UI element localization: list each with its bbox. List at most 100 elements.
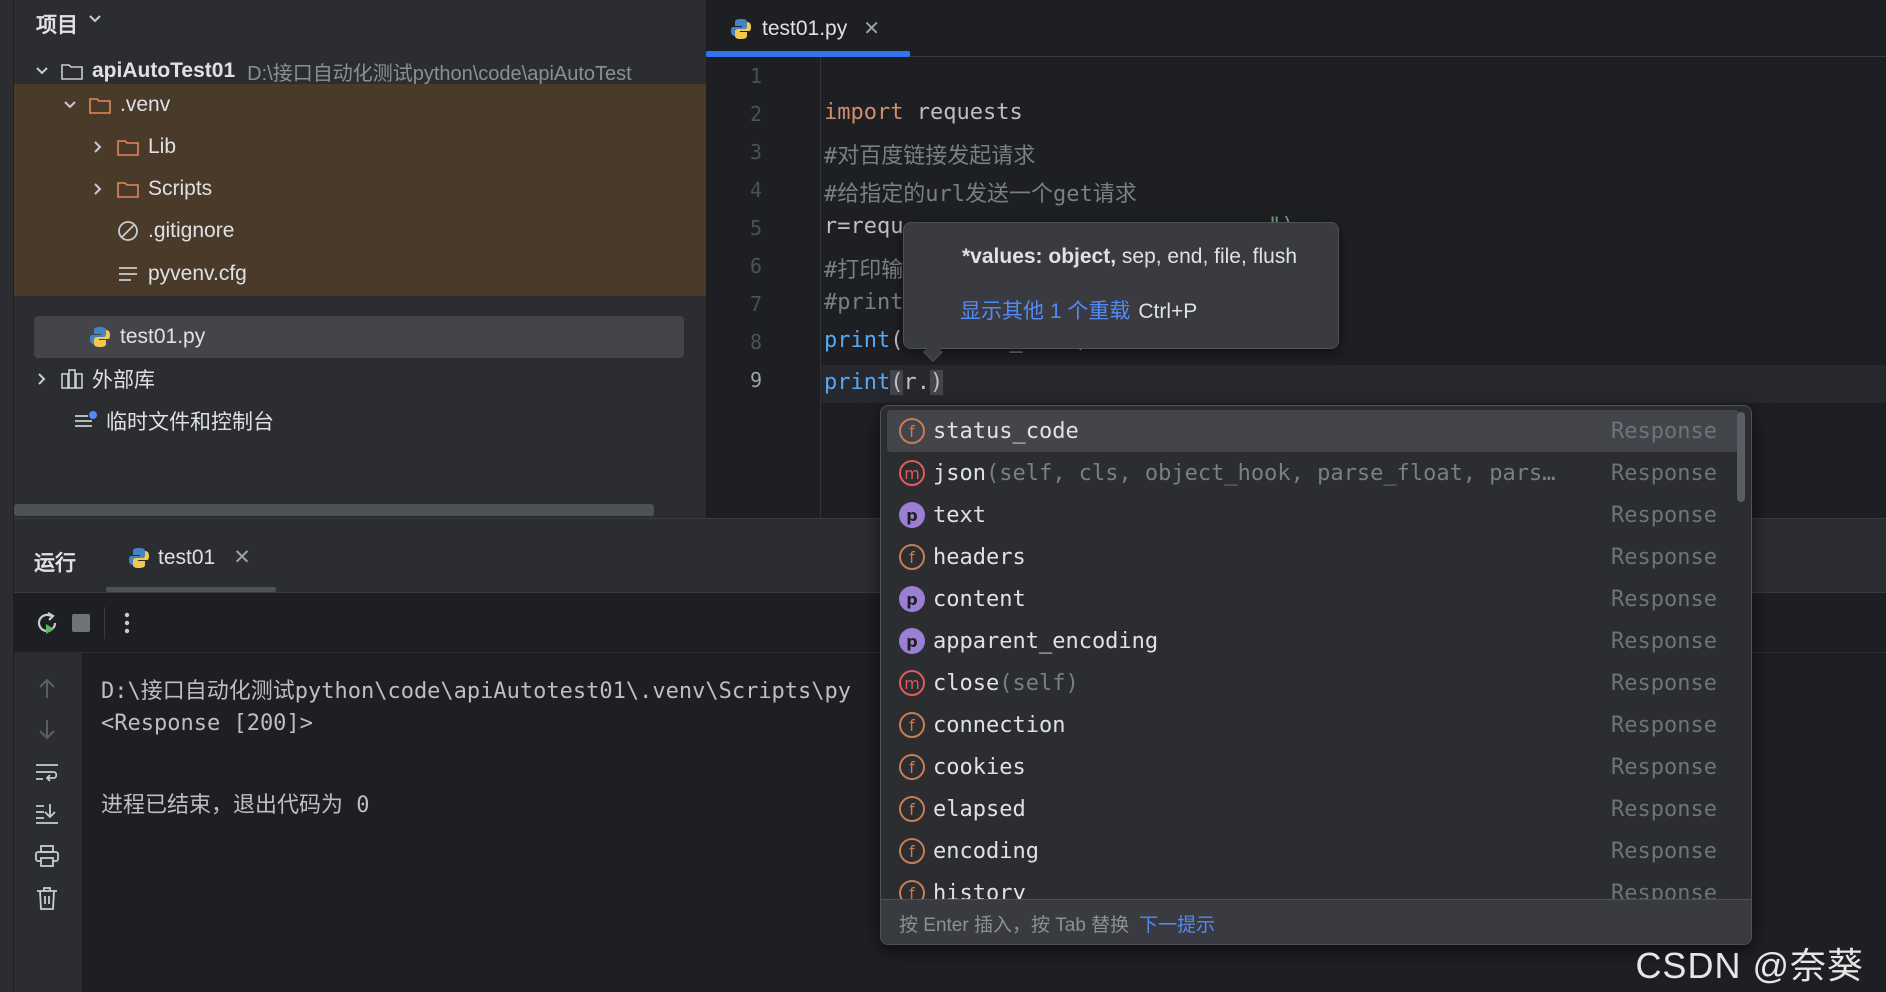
chevron-right-icon[interactable] [32,369,52,389]
line-number: 4 [749,178,762,202]
close-icon[interactable]: ✕ [233,545,251,570]
tree-item-label: test01.py [120,325,206,348]
completion-item[interactable]: p content Response [887,578,1739,620]
folder-icon [116,177,140,201]
line-number: 6 [749,254,762,278]
completion-name: text [933,502,986,528]
tree-item-lib[interactable]: Lib [14,126,706,168]
code-line-9[interactable]: print(r.) [824,370,944,395]
arrow-down-icon[interactable] [32,715,62,745]
field-icon: f [899,418,925,444]
line-number: 7 [749,292,762,316]
chevron-down-icon[interactable] [60,95,80,115]
completion-name: status_code [933,418,1079,444]
stop-icon[interactable] [66,608,96,638]
arrow-up-icon[interactable] [32,673,62,703]
line-number: 3 [749,140,762,164]
code-function: print [824,370,891,395]
project-title[interactable]: 项目 [36,9,78,39]
completion-item[interactable]: f encoding Response [887,830,1739,872]
completion-params: (self) [999,670,1079,696]
code-bracket: ) [929,370,944,395]
tree-item-test01-py[interactable]: test01.py [34,316,684,358]
tree-item-label: pyvenv.cfg [148,262,247,285]
folder-icon [88,93,112,117]
completion-item[interactable]: f elapsed Response [887,788,1739,830]
chevron-down-icon[interactable] [32,61,52,81]
next-tip-link[interactable]: 下一提示 [1139,910,1215,937]
print-icon[interactable] [32,841,62,871]
toolbar-separator [104,607,105,639]
watermark: CSDN @奈葵 [1635,945,1864,986]
ignore-file-icon [116,219,140,243]
method-icon: m [899,670,925,696]
horizontal-scrollbar[interactable] [14,504,654,516]
code-completion-popup: f status_code Response m json (self, cls, ob… [880,405,1752,945]
left-tool-strip [0,0,14,992]
python-file-icon [88,325,112,349]
tree-item-gitignore[interactable]: .gitignore [14,210,706,252]
close-icon[interactable]: ✕ [863,16,880,41]
completion-name: cookies [933,754,1026,780]
line-number: 5 [749,216,762,240]
folder-icon [116,135,140,159]
tree-item-venv[interactable]: .venv [14,84,706,126]
completion-type: Response [1611,670,1717,696]
soft-wrap-icon[interactable] [32,757,62,787]
tree-item-pyvenv-cfg[interactable]: pyvenv.cfg [14,252,706,296]
chevron-down-icon[interactable] [88,14,102,24]
code-line-7[interactable]: #print [824,290,903,315]
property-icon: p [899,628,925,654]
completion-item[interactable]: m json (self, cls, object_hook, parse_floa… [887,452,1739,494]
completion-type: Response [1611,838,1717,864]
tree-item-label: .venv [120,93,171,116]
keyword-import: import [824,100,904,125]
rerun-icon[interactable] [32,608,62,638]
more-overloads: 显示其他 1 个重载 Ctrl+P [960,295,1197,325]
code-line-6[interactable]: #打印输 [824,252,903,284]
completion-hint: 按 Enter 插入，按 Tab 替换 [899,914,1130,936]
completion-item[interactable]: p text Response [887,494,1739,536]
completion-name: elapsed [933,796,1026,822]
tree-item-scratches[interactable]: 临时文件和控制台 [14,400,706,442]
more-options-icon[interactable] [112,608,142,638]
tree-item-label: Lib [148,135,177,158]
chevron-right-icon[interactable] [88,179,108,199]
line-number-current: 9 [749,368,762,392]
show-overloads-link[interactable]: 显示其他 1 个重载 [960,300,1130,323]
completion-item[interactable]: f connection Response [887,704,1739,746]
current-parameter: *values: object, [962,245,1117,268]
code-line-4[interactable]: #给指定的url发送一个get请求 [824,176,1137,208]
completion-type: Response [1611,586,1717,612]
completion-type: Response [1611,796,1717,822]
completion-item[interactable]: m close (self) Response [887,662,1739,704]
completion-name: connection [933,712,1066,738]
code-line-2[interactable]: import requests [824,100,1023,125]
completion-item[interactable]: f status_code Response [887,410,1739,452]
tree-item-external-libs[interactable]: 外部库 [14,358,706,400]
field-icon: f [899,796,925,822]
folder-icon [60,59,84,83]
completion-item[interactable]: f headers Response [887,536,1739,578]
completion-type: Response [1611,754,1717,780]
run-title[interactable]: 运行 [34,547,76,577]
property-icon: p [899,586,925,612]
tree-item-scripts[interactable]: Scripts [14,168,706,210]
library-icon [60,367,84,391]
completion-scrollbar[interactable] [1737,412,1745,502]
completion-name: json [933,460,986,486]
scroll-to-end-icon[interactable] [32,799,62,829]
code-line-3[interactable]: #对百度链接发起请求 [824,138,1035,170]
tab-test01-py[interactable]: test01.py ✕ [706,0,910,57]
trash-icon[interactable] [32,883,62,913]
line-number: 2 [749,102,762,126]
completion-name: encoding [933,838,1039,864]
completion-item[interactable]: p apparent_encoding Response [887,620,1739,662]
root-path: D:\接口自动化测试python\code\apiAutoTest [247,62,632,85]
completion-footer: 按 Enter 插入，按 Tab 替换 下一提示 [881,899,1751,944]
tree-item-label: 外部库 [92,369,155,392]
chevron-right-icon[interactable] [88,137,108,157]
completion-type: Response [1611,502,1717,528]
completion-item[interactable]: f cookies Response [887,746,1739,788]
run-tab-test01[interactable]: test01 ✕ [128,545,251,570]
